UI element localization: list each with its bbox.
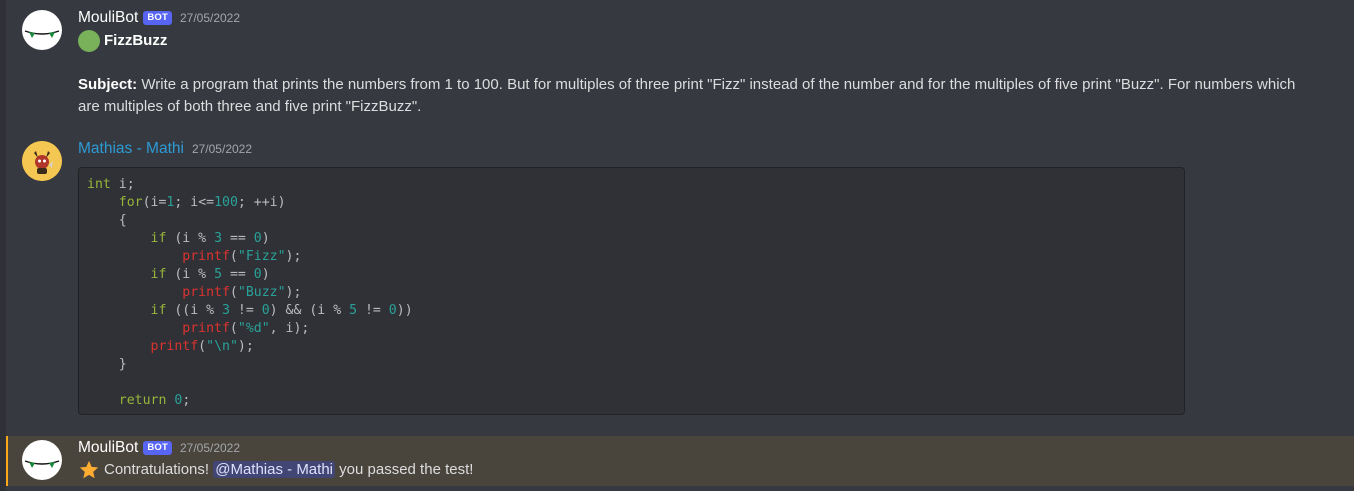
code-line: {	[87, 213, 127, 228]
code-line: printf("%d", i);	[182, 321, 310, 336]
code-line: }	[87, 357, 127, 372]
code-line: printf("Fizz");	[182, 249, 302, 264]
green-circle-icon	[78, 30, 100, 52]
congrats-suffix: you passed the test!	[335, 461, 474, 478]
code-line: int i;	[87, 177, 135, 192]
subject-text: Write a program that prints the numbers …	[78, 76, 1296, 115]
code-line: for(i=1; i<=100; ++i)	[118, 195, 286, 210]
mention-highlight-bar	[6, 436, 8, 486]
code-line: if (i % 5 == 0)	[150, 267, 270, 282]
subject-paragraph: Subject: Write a program that prints the…	[78, 74, 1308, 118]
timestamp: 27/05/2022	[179, 11, 241, 25]
mathias-avatar-icon[interactable]	[22, 141, 62, 181]
code-line: return 0;	[118, 393, 191, 408]
code-line: printf("\n");	[150, 339, 254, 354]
star-icon	[78, 459, 100, 481]
code-line: printf("Buzz");	[182, 285, 302, 300]
embed-title: FizzBuzz	[78, 30, 167, 52]
author-name[interactable]: MouliBot	[78, 9, 138, 27]
author-name[interactable]: MouliBot	[78, 439, 138, 457]
code-block[interactable]: int i; for(i=1; i<=100; ++i) { if (i % 3…	[78, 167, 1185, 415]
left-strip	[0, 0, 6, 491]
bot-badge: BOT	[143, 441, 172, 455]
title-text: FizzBuzz	[104, 32, 168, 49]
timestamp: 27/05/2022	[179, 441, 241, 455]
bot-badge: BOT	[143, 11, 172, 25]
congrats-text: Contratulations! @Mathias - Mathi you pa…	[78, 459, 473, 481]
author-name[interactable]: Mathias - Mathi	[78, 140, 184, 158]
code-line: if ((i % 3 != 0) && (i % 5 != 0))	[150, 303, 413, 318]
code-line: if (i % 3 == 0)	[150, 231, 270, 246]
moulibot-avatar-icon[interactable]	[22, 440, 62, 480]
user-mention[interactable]: @Mathias - Mathi	[213, 461, 335, 478]
timestamp: 27/05/2022	[191, 142, 253, 156]
moulibot-avatar-icon[interactable]	[22, 10, 62, 50]
congrats-prefix: Contratulations!	[104, 461, 214, 478]
subject-label: Subject:	[78, 76, 138, 93]
